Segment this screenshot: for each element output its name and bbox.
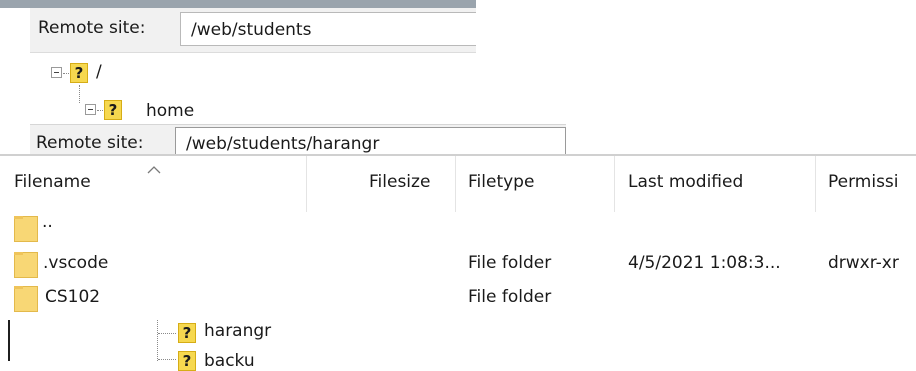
file-name: CS102 bbox=[45, 287, 101, 307]
column-header-filename[interactable]: Filename bbox=[0, 156, 306, 212]
remote-site-label: Remote site: bbox=[38, 18, 146, 38]
tree-connector bbox=[158, 359, 176, 360]
folder-icon bbox=[14, 252, 38, 278]
tree-item-backu[interactable]: backu bbox=[204, 351, 255, 371]
remote-site-label-second: Remote site: bbox=[36, 133, 144, 153]
tree-connector bbox=[158, 333, 176, 334]
column-header-last-modified[interactable]: Last modified bbox=[615, 156, 815, 212]
file-permissions: drwxr-xr bbox=[828, 253, 899, 273]
tree-connector bbox=[79, 85, 80, 103]
column-header-filesize-label: Filesize bbox=[369, 172, 431, 192]
file-row[interactable]: .. bbox=[0, 212, 916, 244]
remote-tree-lower: ? harangr ? backu bbox=[0, 320, 916, 371]
remote-site-bar: Remote site: /web/students bbox=[30, 8, 476, 53]
remote-site-path: /web/students bbox=[191, 20, 312, 40]
remote-file-list: Filename Filesize Filetype Last modified… bbox=[0, 154, 916, 322]
tree-connector bbox=[157, 320, 158, 361]
tree-connector bbox=[63, 73, 69, 74]
sort-ascending-icon bbox=[147, 166, 161, 174]
file-type: File folder bbox=[468, 253, 552, 273]
column-header-last-modified-label: Last modified bbox=[628, 172, 744, 192]
tree-item-home[interactable]: home bbox=[146, 101, 194, 121]
question-icon: ? bbox=[70, 63, 88, 83]
tree-item-root[interactable]: / bbox=[96, 62, 102, 82]
file-row[interactable]: CS102 File folder bbox=[0, 282, 916, 314]
folder-icon bbox=[14, 216, 38, 242]
column-header-permissions-label: Permissi bbox=[828, 172, 899, 192]
remote-site-panel-top: Remote site: /web/students ? / ? home bbox=[0, 0, 476, 140]
folder-icon bbox=[14, 286, 38, 312]
column-header-filename-label: Filename bbox=[14, 172, 91, 192]
remote-site-input-second[interactable]: /web/students/harangr bbox=[175, 127, 566, 155]
file-row[interactable]: .vscode File folder 4/5/2021 1:08:3... d… bbox=[0, 248, 916, 280]
tree-connector bbox=[97, 110, 103, 111]
question-icon: ? bbox=[178, 351, 196, 371]
tree-item-harangr[interactable]: harangr bbox=[204, 321, 271, 341]
column-header-filesize[interactable]: Filesize bbox=[307, 156, 455, 212]
file-type: File folder bbox=[468, 287, 552, 307]
file-name: .vscode bbox=[43, 253, 109, 273]
file-name: .. bbox=[42, 212, 53, 232]
remote-site-input[interactable]: /web/students bbox=[180, 12, 476, 46]
remote-site-bar-second: Remote site: /web/students/harangr bbox=[30, 124, 566, 155]
question-icon: ? bbox=[104, 100, 122, 120]
question-icon: ? bbox=[178, 323, 196, 343]
tree-collapse-icon[interactable] bbox=[51, 67, 62, 78]
column-header-permissions[interactable]: Permissi bbox=[816, 156, 916, 212]
remote-site-path-second: /web/students/harangr bbox=[186, 134, 380, 154]
tree-collapse-icon[interactable] bbox=[85, 104, 96, 115]
file-last-modified: 4/5/2021 1:08:3... bbox=[628, 253, 781, 273]
column-header-filetype-label: Filetype bbox=[468, 172, 535, 192]
panel-top-border bbox=[0, 0, 476, 8]
column-header-filetype[interactable]: Filetype bbox=[456, 156, 614, 212]
panel-left-border bbox=[8, 320, 10, 361]
